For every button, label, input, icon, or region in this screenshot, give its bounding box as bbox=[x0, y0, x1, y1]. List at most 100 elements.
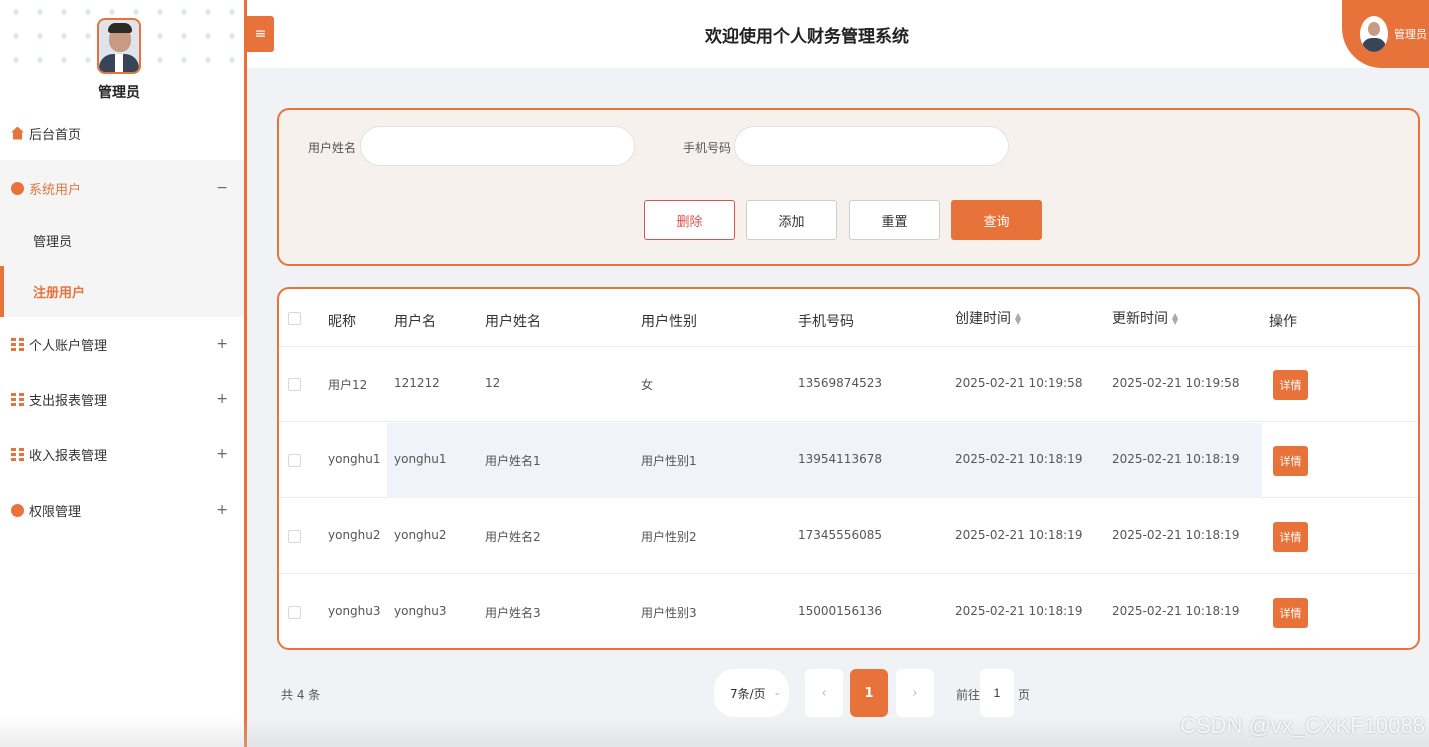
page-number-button[interactable]: 1 bbox=[850, 669, 888, 717]
sidebar-item-label: 管理员 bbox=[33, 235, 73, 250]
chevron-down-icon: ⌄ bbox=[773, 688, 781, 698]
avatar bbox=[1360, 16, 1388, 52]
col-updated-label: 更新时间 bbox=[1112, 311, 1168, 327]
add-button[interactable]: 添加 bbox=[746, 200, 837, 240]
search-panel: 用户姓名 手机号码 删除 添加 重置 查询 bbox=[277, 108, 1420, 266]
detail-button[interactable]: 详情 bbox=[1273, 370, 1308, 400]
page-size-select[interactable]: 7条/页 ⌄ bbox=[714, 669, 789, 717]
cell-created: 2025-02-21 10:18:19 bbox=[955, 528, 1083, 542]
cell-created: 2025-02-21 10:19:58 bbox=[955, 376, 1083, 390]
sidebar: 管理员 后台首页 系统用户 − 管理员 注册用户 个人账户管理 + 支出报表管理… bbox=[0, 0, 244, 747]
goto-suffix: 页 bbox=[1018, 688, 1031, 702]
cell-gender: 用户性别2 bbox=[641, 530, 697, 544]
cell-username: yonghu3 bbox=[394, 604, 447, 618]
cell-created: 2025-02-21 10:18:19 bbox=[955, 604, 1083, 618]
detail-button[interactable]: 详情 bbox=[1273, 446, 1308, 476]
main-content: 用户姓名 手机号码 删除 添加 重置 查询 昵称 用户名 用户姓名 用户性别 手… bbox=[247, 68, 1429, 747]
next-page-button[interactable]: › bbox=[896, 669, 934, 717]
cell-username: 121212 bbox=[394, 376, 440, 390]
col-real-name[interactable]: 用户姓名 bbox=[485, 311, 541, 331]
grid-icon bbox=[11, 337, 24, 351]
cell-phone: 13569874523 bbox=[798, 376, 882, 390]
name-input[interactable] bbox=[360, 126, 635, 166]
sidebar-item-home[interactable]: 后台首页 bbox=[0, 105, 244, 161]
select-all-checkbox[interactable] bbox=[288, 312, 301, 325]
table-row[interactable]: yonghu2 yonghu2 用户姓名2 用户性别2 17345556085 … bbox=[279, 499, 1418, 574]
sort-icon[interactable]: ▲ ▼ bbox=[1015, 312, 1021, 326]
expand-icon: + bbox=[216, 502, 228, 518]
cell-gender: 用户性别3 bbox=[641, 606, 697, 620]
sidebar-item-expense-reports[interactable]: 支出报表管理 + bbox=[0, 371, 244, 427]
sidebar-item-income-reports[interactable]: 收入报表管理 + bbox=[0, 426, 244, 482]
sidebar-item-label: 个人账户管理 bbox=[29, 338, 108, 354]
table-row[interactable]: yonghu3 yonghu3 用户姓名3 用户性别3 15000156136 … bbox=[279, 575, 1418, 648]
cell-updated: 2025-02-21 10:19:58 bbox=[1112, 376, 1240, 390]
col-created-label: 创建时间 bbox=[955, 311, 1011, 327]
phone-label: 手机号码 bbox=[683, 141, 732, 155]
expand-icon: + bbox=[216, 391, 228, 407]
sidebar-item-label: 后台首页 bbox=[29, 127, 82, 143]
cell-real-name: 用户姓名1 bbox=[485, 454, 541, 468]
col-nickname[interactable]: 昵称 bbox=[328, 311, 356, 331]
page-title: 欢迎使用个人财务管理系统 bbox=[705, 27, 909, 47]
avatar bbox=[97, 18, 141, 74]
goto-prefix: 前往 bbox=[956, 688, 981, 702]
cell-phone: 13954113678 bbox=[798, 452, 882, 466]
sidebar-item-personal-accounts[interactable]: 个人账户管理 + bbox=[0, 316, 244, 372]
chevron-left-icon: ‹ bbox=[821, 685, 827, 701]
header-user-label: 管理员 bbox=[1394, 28, 1427, 41]
grid-icon bbox=[11, 447, 24, 461]
cell-updated: 2025-02-21 10:18:19 bbox=[1112, 528, 1240, 542]
header-user-menu[interactable]: 管理员 bbox=[1342, 0, 1429, 68]
page-size-value: 7条/页 bbox=[730, 686, 766, 701]
col-username[interactable]: 用户名 bbox=[394, 311, 436, 331]
chevron-right-icon: › bbox=[912, 685, 918, 701]
cell-updated: 2025-02-21 10:18:19 bbox=[1112, 604, 1240, 618]
sidebar-item-system-users[interactable]: 系统用户 − bbox=[0, 160, 244, 216]
prev-page-button[interactable]: ‹ bbox=[805, 669, 843, 717]
total-count: 共 4 条 bbox=[281, 688, 321, 702]
phone-input[interactable] bbox=[734, 126, 1009, 166]
sidebar-item-label: 注册用户 bbox=[33, 286, 86, 301]
delete-button[interactable]: 删除 bbox=[644, 200, 735, 240]
row-checkbox[interactable] bbox=[288, 378, 301, 391]
table-header: 昵称 用户名 用户姓名 用户性别 手机号码 创建时间 ▲ ▼ 更新时间 ▲ ▼ 操作 bbox=[279, 289, 1418, 347]
row-checkbox[interactable] bbox=[288, 454, 301, 467]
cell-phone: 17345556085 bbox=[798, 528, 882, 542]
table-row[interactable]: yonghu1 yonghu1 用户姓名1 用户性别1 13954113678 … bbox=[279, 423, 1418, 498]
detail-button[interactable]: 详情 bbox=[1273, 598, 1308, 628]
table-row[interactable]: 用户12 121212 12 女 13569874523 2025-02-21 … bbox=[279, 347, 1418, 422]
cell-nickname: yonghu2 bbox=[328, 528, 381, 542]
reset-button[interactable]: 重置 bbox=[849, 200, 940, 240]
sidebar-item-permissions[interactable]: 权限管理 + bbox=[0, 482, 244, 538]
sidebar-subitem-registered-users[interactable]: 注册用户 bbox=[0, 266, 244, 317]
sidebar-item-label: 权限管理 bbox=[29, 504, 82, 520]
col-created[interactable]: 创建时间 ▲ ▼ bbox=[955, 308, 1021, 328]
admin-name: 管理员 bbox=[98, 85, 140, 101]
cell-real-name: 用户姓名3 bbox=[485, 606, 541, 620]
sort-icon[interactable]: ▲ ▼ bbox=[1172, 312, 1178, 326]
col-gender[interactable]: 用户性别 bbox=[641, 311, 697, 331]
collapse-icon: − bbox=[216, 180, 228, 196]
col-actions: 操作 bbox=[1269, 314, 1297, 330]
col-phone[interactable]: 手机号码 bbox=[798, 311, 854, 331]
users-table: 昵称 用户名 用户姓名 用户性别 手机号码 创建时间 ▲ ▼ 更新时间 ▲ ▼ 操作 用… bbox=[277, 287, 1420, 650]
watermark: CSDN @vx_CXKF10088 bbox=[1180, 713, 1425, 738]
cell-nickname: yonghu1 bbox=[328, 452, 381, 466]
query-button[interactable]: 查询 bbox=[951, 200, 1042, 240]
cell-nickname: 用户12 bbox=[328, 378, 368, 392]
col-updated[interactable]: 更新时间 ▲ ▼ bbox=[1112, 308, 1178, 328]
cell-updated: 2025-02-21 10:18:19 bbox=[1112, 452, 1240, 466]
goto-page-input[interactable] bbox=[980, 669, 1014, 717]
cell-gender: 用户性别1 bbox=[641, 454, 697, 468]
cell-gender: 女 bbox=[641, 378, 654, 392]
row-checkbox[interactable] bbox=[288, 606, 301, 619]
detail-button[interactable]: 详情 bbox=[1273, 522, 1308, 552]
sidebar-item-label: 收入报表管理 bbox=[29, 448, 108, 464]
cell-created: 2025-02-21 10:18:19 bbox=[955, 452, 1083, 466]
sidebar-item-label: 支出报表管理 bbox=[29, 393, 108, 409]
sidebar-item-label: 系统用户 bbox=[29, 182, 82, 198]
sidebar-subitem-admin[interactable]: 管理员 bbox=[0, 215, 244, 266]
row-checkbox[interactable] bbox=[288, 530, 301, 543]
cell-phone: 15000156136 bbox=[798, 604, 882, 618]
